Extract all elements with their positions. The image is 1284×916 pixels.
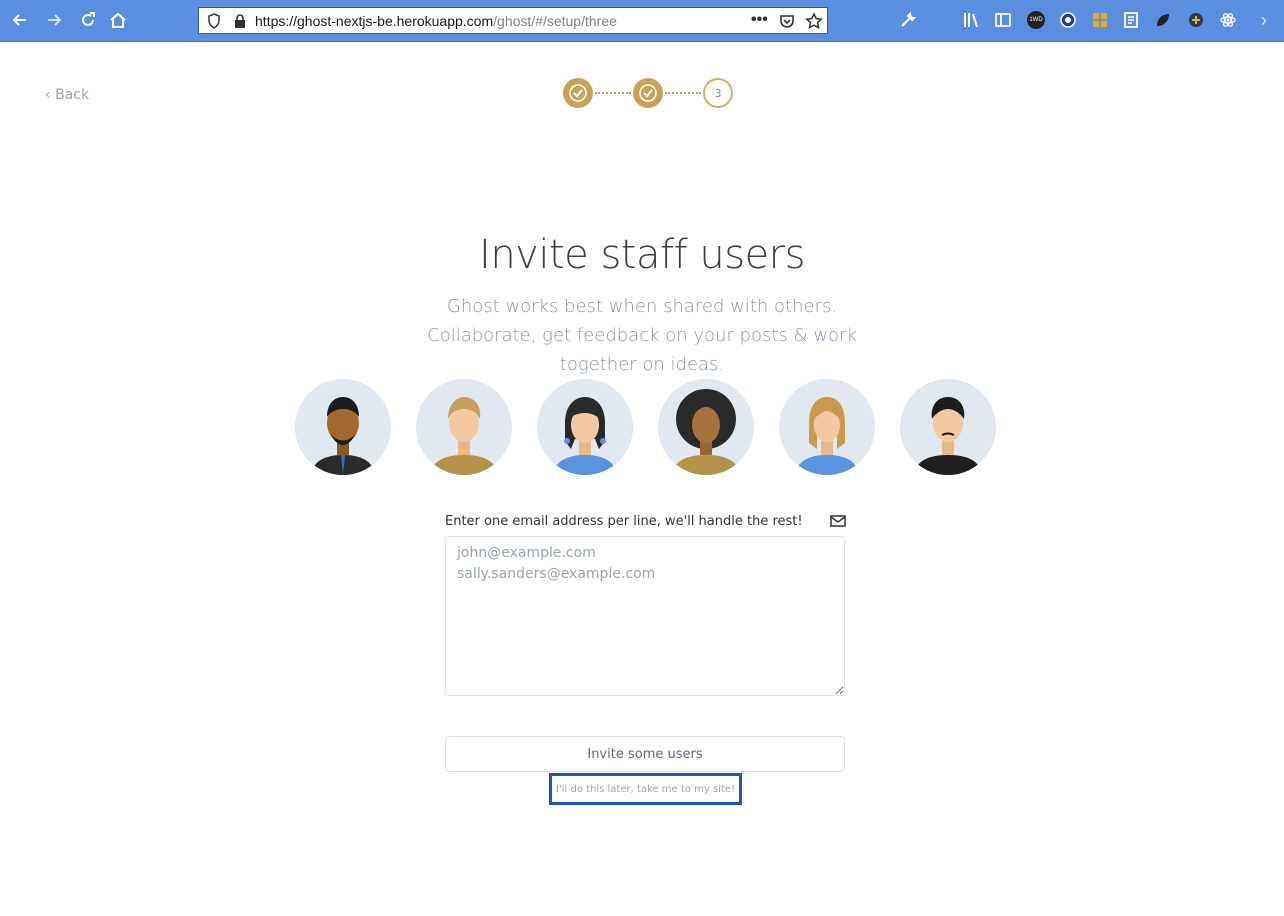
step-2-complete [633,78,663,108]
avatar-illustration [537,379,633,475]
sidebar-icon[interactable] [993,10,1013,30]
email-hint: Enter one email address per line, we'll … [445,514,803,529]
translate-extension-icon[interactable] [1186,10,1206,30]
step-connector [665,92,701,94]
page-title: Invite staff users [479,232,805,278]
browser-toolbar: https://ghost-nextjs-be.herokuapp.com/gh… [0,0,1284,42]
bookmark-star-icon[interactable] [805,12,823,35]
react-devtools-icon[interactable] [1218,10,1238,30]
extension-badge-icon[interactable]: 1WD [1026,10,1046,30]
setup-steps: 3 [563,78,733,108]
home-icon[interactable] [106,8,130,32]
lock-icon[interactable] [233,13,247,34]
step-connector [595,92,631,94]
checkmark-icon [639,84,657,102]
step-3-current: 3 [703,78,733,108]
envelope-icon [830,514,846,528]
invite-users-button[interactable]: Invite some users [445,736,845,772]
page-subtitle: Ghost works best when shared with others… [427,296,857,375]
library-icon[interactable] [961,10,981,30]
skip-setup-link[interactable]: I'll do this later, take me to my site! [549,773,742,805]
menu-overflow-icon[interactable]: › [1254,10,1274,30]
chevron-left-icon: ‹ [45,87,51,103]
wrench-icon[interactable] [898,10,918,30]
leaf-extension-icon[interactable] [1153,10,1173,30]
pocket-icon[interactable] [779,13,795,34]
step-1-complete [563,78,593,108]
email-addresses-input[interactable] [445,536,845,696]
avatar-illustration [658,379,754,475]
reload-icon[interactable] [76,8,100,32]
notes-icon[interactable] [1121,10,1141,30]
avatar-row [295,379,996,475]
avatar-illustration [295,379,391,475]
shield-icon[interactable] [207,13,221,34]
address-bar[interactable]: https://ghost-nextjs-be.herokuapp.com/gh… [198,7,828,34]
avatar-illustration [779,379,875,475]
back-arrow-icon[interactable] [8,8,32,32]
grid-extension-icon[interactable] [1090,10,1110,30]
avatar-illustration [900,379,996,475]
back-link[interactable]: ‹ Back [45,87,89,103]
avatar-illustration [416,379,512,475]
setup-page: ‹ Back 3 Invite staff users Ghost works … [0,42,1284,916]
globe-extension-icon[interactable] [1058,10,1078,30]
checkmark-icon [569,84,587,102]
more-actions-icon[interactable]: ••• [751,11,768,29]
url-text[interactable]: https://ghost-nextjs-be.herokuapp.com/gh… [255,13,617,29]
forward-arrow-icon[interactable] [42,8,66,32]
